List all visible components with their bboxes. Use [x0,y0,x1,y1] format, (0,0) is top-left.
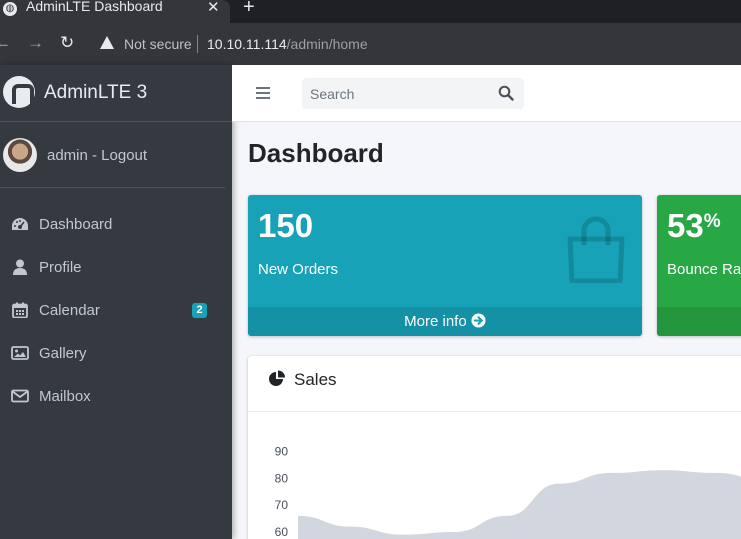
user-panel: admin - Logout [0,122,225,188]
more-info-link[interactable]: More info [248,307,642,336]
browser-tab[interactable]: ◍ AdminLTE Dashboard ✕ [0,0,230,23]
sidebar-item-label: Mailbox [39,388,91,405]
adminlte-logo-icon [3,76,35,108]
small-box-new-orders: 150 New Orders More info [248,195,642,336]
sidebar: AdminLTE 3 admin - Logout Dashboard Prof… [0,65,232,539]
sidebar-item-calendar[interactable]: Calendar 2 [0,290,232,333]
sidebar-menu: Dashboard Profile Calendar 2 Gallery Mai… [0,204,232,419]
box-value: 53 [667,207,704,244]
y-tick-label: 70 [275,498,289,512]
arrow-circle-right-icon [471,313,486,328]
url-path: /admin/home [286,36,368,52]
box-label: Bounce Rat [667,261,741,278]
search-icon[interactable] [498,85,514,101]
tab-close-button[interactable]: ✕ [207,0,220,16]
user-logout-link[interactable]: admin - Logout [47,147,147,164]
sidebar-item-mailbox[interactable]: Mailbox [0,376,232,419]
y-tick-label: 60 [275,525,289,539]
security-label[interactable]: Not secure [124,36,192,52]
y-tick-label: 90 [275,444,289,458]
brand-text: AdminLTE 3 [44,82,148,103]
shopping-bag-icon [567,216,625,283]
hamburger-menu-icon[interactable] [256,87,270,99]
user-icon [13,259,27,275]
box-value-wrap: 53% [667,207,721,245]
search-box [302,78,524,109]
url-field[interactable]: 10.10.11.114/admin/home [207,36,368,52]
search-input[interactable] [302,78,492,109]
pie-chart-icon [269,370,285,386]
main-header [232,65,741,122]
box-label: New Orders [258,261,339,278]
card-title: Sales [294,370,337,389]
calendar-badge: 2 [192,303,207,318]
sales-area-series [298,470,741,539]
sidebar-item-label: Dashboard [39,216,113,233]
sidebar-item-profile[interactable]: Profile [0,247,232,290]
new-tab-button[interactable]: + [243,0,255,19]
more-info-link[interactable] [657,307,741,336]
small-box-bounce-rate: 53% Bounce Rat [657,195,741,336]
browser-tab-bar: ◍ AdminLTE Dashboard ✕ + [0,0,741,23]
back-arrow-icon[interactable]: ← [0,33,11,53]
forward-arrow-icon[interactable]: → [27,33,44,53]
warning-icon[interactable] [100,36,114,49]
url-host: 10.10.11.114 [207,36,287,52]
sidebar-item-dashboard[interactable]: Dashboard [0,204,232,247]
sidebar-item-label: Gallery [39,345,87,362]
more-info-label: More info [404,313,467,330]
envelope-icon [11,389,29,403]
globe-icon: ◍ [3,2,17,16]
tachometer-icon [12,218,28,230]
sales-card: Sales 90 80 70 60 [248,356,741,539]
address-bar: ← → ↻ Not secure 10.10.11.114/admin/home [0,23,741,65]
sales-area-chart: 90 80 70 60 [275,444,741,539]
sidebar-item-gallery[interactable]: Gallery [0,333,232,376]
address-separator [197,35,198,53]
brand-link[interactable]: AdminLTE 3 [0,65,232,122]
sidebar-item-label: Calendar [39,302,100,319]
card-header: Sales [248,356,741,412]
box-unit: % [703,211,721,232]
calendar-icon [12,302,28,318]
sidebar-item-label: Profile [39,259,82,276]
reload-icon[interactable]: ↻ [60,33,74,53]
box-value: 150 [258,207,314,244]
tab-title: AdminLTE Dashboard [26,0,163,14]
avatar [3,138,37,172]
y-tick-label: 80 [275,471,289,485]
image-icon [11,346,29,360]
page-title: Dashboard [248,138,384,168]
